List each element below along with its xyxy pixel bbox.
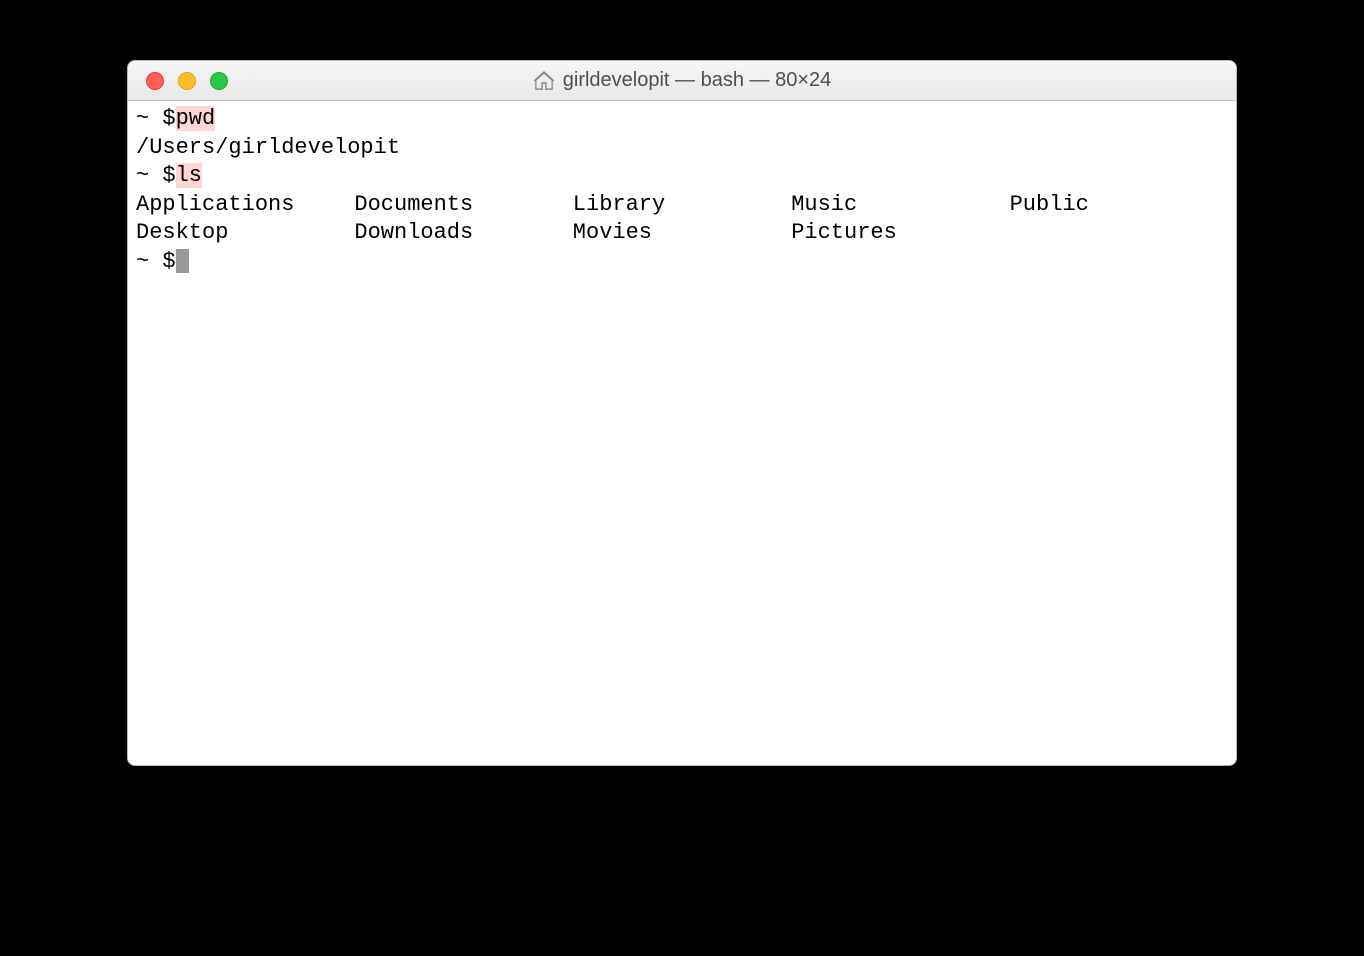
window-title: girldevelopit — bash — 80×24	[563, 69, 832, 92]
output-pwd: /Users/girldevelopit	[136, 134, 1228, 163]
window-title-container: girldevelopit — bash — 80×24	[128, 69, 1236, 92]
ls-item: Library	[573, 191, 791, 220]
terminal-window: girldevelopit — bash — 80×24 ~ $pwd /Use…	[127, 60, 1237, 766]
ls-item	[1010, 219, 1228, 248]
close-icon[interactable]	[146, 72, 164, 90]
prompt-prefix: ~ $	[136, 248, 176, 277]
cursor	[176, 249, 189, 273]
ls-item: Pictures	[791, 219, 1009, 248]
prompt-line-1: ~ $pwd	[136, 105, 1228, 134]
maximize-icon[interactable]	[210, 72, 228, 90]
ls-item: Music	[791, 191, 1009, 220]
ls-item: Public	[1010, 191, 1228, 220]
ls-item: Downloads	[354, 219, 572, 248]
titlebar: girldevelopit — bash — 80×24	[128, 61, 1236, 101]
traffic-lights	[128, 72, 228, 90]
prompt-prefix: ~ $	[136, 163, 176, 188]
ls-output: Applications Desktop Documents Downloads…	[136, 191, 1228, 248]
prompt-line-3: ~ $	[136, 248, 1228, 277]
prompt-prefix: ~ $	[136, 106, 176, 131]
ls-item: Documents	[354, 191, 572, 220]
command-pwd: pwd	[176, 106, 216, 131]
minimize-icon[interactable]	[178, 72, 196, 90]
command-ls: ls	[176, 163, 202, 188]
terminal-body[interactable]: ~ $pwd /Users/girldevelopit ~ $ls Applic…	[128, 101, 1236, 765]
ls-item: Movies	[573, 219, 791, 248]
home-icon	[533, 71, 555, 91]
prompt-line-2: ~ $ls	[136, 162, 1228, 191]
ls-item: Desktop	[136, 219, 354, 248]
ls-item: Applications	[136, 191, 354, 220]
